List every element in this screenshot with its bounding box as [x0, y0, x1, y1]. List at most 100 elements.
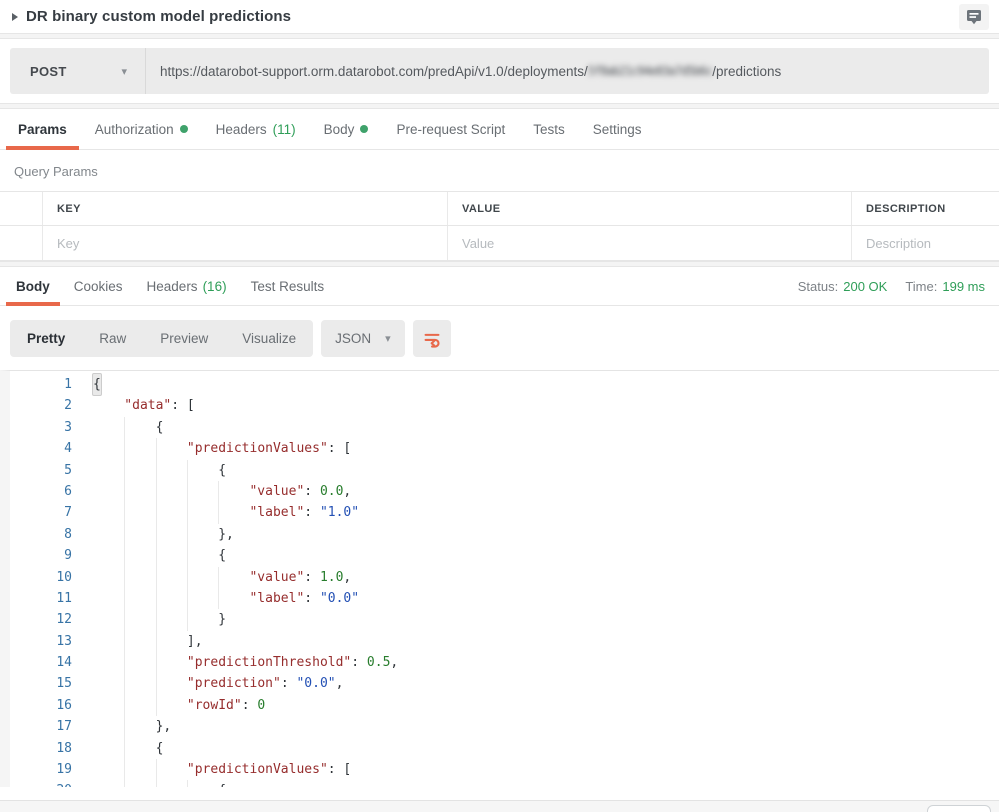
response-status-meta: Status: 200 OK Time: 199 ms — [798, 267, 985, 305]
code-token: 1.0 — [320, 567, 343, 588]
indent-guide — [93, 417, 124, 438]
code-token: , — [390, 652, 398, 673]
indent-guide — [156, 759, 187, 780]
value-input[interactable] — [462, 236, 837, 251]
code-token: 0.0 — [320, 481, 343, 502]
code-line: 4"predictionValues": [ — [10, 438, 999, 459]
key-input[interactable] — [57, 236, 433, 251]
chevron-down-icon: ▾ — [121, 65, 127, 78]
response-tab-body[interactable]: Body — [4, 267, 62, 305]
url-input[interactable]: https://datarobot-support.orm.datarobot.… — [146, 48, 989, 94]
code-token: : [ — [171, 395, 194, 416]
tab-body[interactable]: Body — [310, 109, 383, 149]
indent-guide — [156, 502, 187, 523]
code-line-content: { — [72, 545, 226, 566]
indent-guide — [156, 545, 187, 566]
code-line-content: "data": [ — [72, 395, 195, 416]
response-header: Body Cookies Headers (16) Test Results S… — [0, 267, 999, 306]
method-dropdown[interactable]: POST ▾ — [10, 48, 146, 94]
indent-guide — [156, 695, 187, 716]
indent-guide — [124, 716, 155, 737]
response-tab-headers[interactable]: Headers (16) — [135, 267, 239, 305]
tab-params[interactable]: Params — [4, 109, 81, 149]
indent-guide — [187, 481, 218, 502]
code-token: : — [351, 652, 367, 673]
code-token: : — [304, 502, 320, 523]
tab-tests[interactable]: Tests — [519, 109, 579, 149]
view-visualize-button[interactable]: Visualize — [225, 320, 313, 357]
column-header-description: DESCRIPTION — [851, 192, 999, 225]
status-value[interactable]: 200 OK — [843, 279, 887, 294]
indent-guide — [124, 460, 155, 481]
code-token: }, — [156, 716, 172, 737]
code-token: 0 — [257, 695, 265, 716]
tab-pre-request-script[interactable]: Pre-request Script — [382, 109, 519, 149]
indent-guide — [218, 588, 249, 609]
indent-guide — [124, 609, 155, 630]
indent-guide — [187, 609, 218, 630]
code-line: 20{ — [10, 780, 999, 787]
scroll-widget[interactable] — [927, 805, 991, 812]
response-tab-test-results[interactable]: Test Results — [239, 267, 337, 305]
code-line-content: "predictionValues": [ — [72, 759, 351, 780]
code-line: 16"rowId": 0 — [10, 695, 999, 716]
indent-guide — [93, 759, 124, 780]
line-number: 19 — [10, 759, 72, 780]
checkbox-column — [0, 192, 42, 225]
code-line: 1{ — [10, 374, 999, 395]
comment-button[interactable] — [959, 4, 989, 30]
line-number: 4 — [10, 438, 72, 459]
language-dropdown[interactable]: JSON ▾ — [321, 320, 405, 357]
tab-headers[interactable]: Headers (11) — [202, 109, 310, 149]
language-label: JSON — [335, 331, 371, 346]
indent-guide — [218, 567, 249, 588]
response-body-editor[interactable]: 1{2"data": [3{4"predictionValues": [5{6"… — [0, 370, 999, 787]
indent-guide — [218, 481, 249, 502]
view-preview-button[interactable]: Preview — [143, 320, 225, 357]
method-label: POST — [30, 64, 67, 79]
indent-guide — [93, 588, 124, 609]
tab-label: Pre-request Script — [396, 122, 505, 137]
code-token: { — [156, 738, 164, 759]
response-view-toolbar: Pretty Raw Preview Visualize JSON ▾ — [0, 306, 999, 370]
response-tab-cookies[interactable]: Cookies — [62, 267, 135, 305]
indent-guide — [93, 524, 124, 545]
code-line: 12} — [10, 609, 999, 630]
indent-guide — [93, 738, 124, 759]
indent-guide — [93, 652, 124, 673]
button-label: Raw — [99, 331, 126, 346]
code-token: "1.0" — [320, 502, 359, 523]
code-token: : [ — [328, 759, 351, 780]
indent-guide — [156, 673, 187, 694]
indent-guide — [124, 545, 155, 566]
checkbox-cell — [0, 226, 42, 260]
code-token: "value" — [249, 481, 304, 502]
indent-guide — [93, 502, 124, 523]
indent-guide — [187, 780, 218, 787]
time-value[interactable]: 199 ms — [942, 279, 985, 294]
code-line: 10"value": 1.0, — [10, 567, 999, 588]
view-pretty-button[interactable]: Pretty — [10, 320, 82, 357]
indent-guide — [187, 502, 218, 523]
code-line-content: }, — [72, 716, 171, 737]
view-raw-button[interactable]: Raw — [82, 320, 143, 357]
tab-authorization[interactable]: Authorization — [81, 109, 202, 149]
collapse-caret-icon[interactable] — [12, 13, 18, 21]
code-token: : — [281, 673, 297, 694]
code-line-content: { — [72, 417, 163, 438]
tab-settings[interactable]: Settings — [579, 109, 656, 149]
indent-guide — [156, 481, 187, 502]
indent-guide — [93, 567, 124, 588]
indent-guide — [124, 652, 155, 673]
wrap-text-button[interactable] — [413, 320, 451, 357]
description-input[interactable] — [866, 236, 985, 251]
code-line: 2"data": [ — [10, 395, 999, 416]
indent-guide — [156, 588, 187, 609]
indent-guide — [124, 438, 155, 459]
code-token: ], — [187, 631, 203, 652]
line-number: 18 — [10, 738, 72, 759]
button-label: Pretty — [27, 331, 65, 346]
code-token: "predictionValues" — [187, 438, 328, 459]
request-tabs: Params Authorization Headers (11) Body P… — [0, 109, 999, 150]
indent-guide — [124, 567, 155, 588]
